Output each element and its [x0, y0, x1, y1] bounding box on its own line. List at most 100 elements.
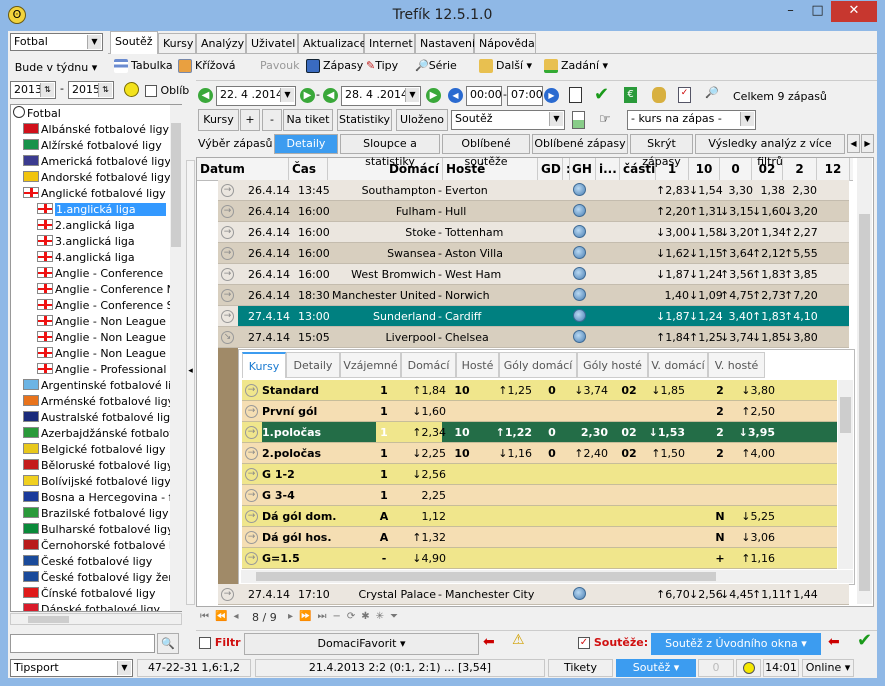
tree-item[interactable]: Anglické fotbalové ligy	[23, 186, 166, 202]
oblibene-checkbox[interactable]: Oblíb	[145, 84, 189, 97]
detail-tab-1[interactable]: Detaily	[286, 352, 340, 378]
apply-checkmark-icon[interactable]: ✔	[857, 630, 872, 651]
tree-item[interactable]: Anglie - Non League Premier	[37, 346, 181, 362]
calendar-page-icon[interactable]	[569, 87, 582, 103]
globe-icon[interactable]	[573, 587, 586, 600]
globe-icon[interactable]	[573, 288, 586, 301]
record-navigator[interactable]: ⏮⏪◂	[200, 611, 244, 622]
row-expand-icon[interactable]: →	[221, 205, 234, 218]
scroll-thumb[interactable]	[256, 572, 716, 581]
warning-bell-icon[interactable]: ⚠	[512, 632, 525, 648]
subtab-5[interactable]: Výsledky analýz z více filtrů	[695, 134, 845, 168]
row-expand-icon[interactable]: →	[221, 247, 234, 260]
table-row[interactable]: → 26.4.14 16:00 Stoke - Tottenham ↓3,00 ↓1,58 ↓3…	[218, 222, 849, 243]
tipy-button[interactable]: ✎Tipy	[366, 57, 398, 75]
plus-button[interactable]: +	[240, 109, 260, 131]
row-expand-icon[interactable]: →	[221, 268, 234, 281]
tree-item[interactable]: Argentinské fotbalové ligy	[23, 378, 181, 394]
souteze-dropdown[interactable]: Soutěž z Úvodního okna ▾	[651, 633, 821, 655]
spinner-icon[interactable]: ⇅	[40, 83, 54, 97]
status-soutez-dropdown[interactable]: Soutěž ▾	[616, 659, 696, 677]
tree-item[interactable]: České fotbalové ligy žen	[23, 570, 175, 586]
tree-vertical-scrollbar[interactable]	[170, 105, 182, 611]
tree-item[interactable]: Anglie - Professional Development	[37, 362, 181, 378]
bookmaker-select[interactable]: Tipsport ▼	[10, 659, 133, 677]
spinner-icon[interactable]: ⇅	[98, 83, 112, 97]
column-header[interactable]: GH	[569, 158, 596, 181]
detail-tab-5[interactable]: Góly domácí	[499, 352, 577, 378]
zapasy-button[interactable]: Zápasy	[306, 57, 363, 75]
row-expand-icon[interactable]: →	[245, 489, 258, 502]
menu-tab-3[interactable]: Uživatel	[246, 33, 298, 53]
menu-tab-4[interactable]: Aktualizace	[298, 33, 366, 53]
table-row[interactable]: → 27.4.14 17:10 Crystal Palace - Manchester C…	[218, 584, 849, 605]
tree-item[interactable]: Bulharské fotbalové ligy	[23, 522, 174, 538]
subtab-3[interactable]: Oblíbené zápasy	[532, 134, 628, 154]
tree-item[interactable]: Americká fotbalové ligy žen	[23, 154, 181, 170]
globe-icon[interactable]	[573, 246, 586, 259]
odds-row[interactable]: → Dá gól dom. A 1,12 N ↓5,25	[242, 506, 837, 527]
row-expand-icon[interactable]: →	[245, 426, 258, 439]
tree-item[interactable]: Anglie - Conference South	[37, 298, 181, 314]
subtab-0[interactable]: Detaily	[274, 134, 338, 154]
record-navigator-next[interactable]: ▸⏩⏭−⟳✱✳⏷	[288, 611, 404, 622]
next-date-from-icon[interactable]: ▶	[300, 88, 315, 103]
table-row[interactable]: → 26.4.14 16:00 Swansea - Aston Villa ↓1,62 ↓1,…	[218, 243, 849, 264]
menu-tab-7[interactable]: Nápověda	[474, 33, 536, 53]
filtr-checkbox[interactable]: Filtr	[199, 636, 241, 649]
row-expand-icon[interactable]: →	[245, 384, 258, 397]
detail-tab-2[interactable]: Vzájemné	[340, 352, 401, 378]
tree-item[interactable]: Bosna a Hercegovina - fotbal	[23, 490, 181, 506]
tree-item[interactable]: Fotbal	[13, 106, 61, 122]
online-dropdown[interactable]: Online ▾	[802, 659, 854, 677]
subtabs-right-arrow[interactable]: ▶	[861, 134, 874, 153]
detail-horizontal-scrollbar[interactable]	[241, 570, 853, 583]
grid-vertical-scrollbar[interactable]	[857, 158, 872, 604]
table-row[interactable]: → 26.4.14 18:30 Manchester United - Norwich 1,…	[218, 285, 849, 306]
detail-tab-3[interactable]: Domácí	[401, 352, 456, 378]
row-expand-icon[interactable]: →	[245, 468, 258, 481]
row-expand-icon[interactable]: →	[245, 447, 258, 460]
favorit-dropdown[interactable]: DomaciFavorit ▾	[244, 633, 479, 655]
euro-icon[interactable]: €	[624, 87, 637, 103]
tree-item[interactable]: 3.anglická liga	[37, 234, 135, 250]
sport-select[interactable]: Fotbal ▼	[10, 33, 103, 51]
dalsi-button[interactable]: Další ▾	[479, 57, 532, 75]
globe-icon[interactable]	[573, 183, 586, 196]
competition-select[interactable]: Soutěž ▼	[451, 110, 565, 130]
subtab-2[interactable]: Oblíbené soutěže	[442, 134, 530, 168]
globe-icon[interactable]	[573, 267, 586, 280]
odds-row[interactable]: → 2.poločas 1 ↓2,25 10 ↓1,16 0 ↑2,40 02 ↑1,50 2 ↑4,…	[242, 443, 837, 464]
odds-row[interactable]: → 1.poločas 1 ↑2,34 10 ↑1,22 0 2,30 02 ↓1,53 2 ↓3,9…	[242, 422, 837, 443]
table-row[interactable]: → 26.4.14 16:00 Fulham - Hull ↑2,20 ↑1,31 ↓3,15 ↓…	[218, 201, 849, 222]
odds-row[interactable]: → První gól 1 ↓1,60 2 ↑2,50	[242, 401, 837, 422]
minimize-button[interactable]: –	[777, 1, 804, 22]
column-header[interactable]: 10	[689, 158, 720, 181]
column-header[interactable]: Čas	[289, 158, 328, 181]
year-from-spinner[interactable]: 2013 ⇅	[10, 81, 56, 99]
row-expand-icon[interactable]: →	[245, 531, 258, 544]
time-to-input[interactable]: 07:00	[507, 86, 543, 106]
row-expand-icon[interactable]: →	[221, 226, 234, 239]
column-header[interactable]: GD	[538, 158, 563, 181]
table-row[interactable]: → 26.4.14 13:45 Southampton - Everton ↑2,83 ↓1,…	[218, 180, 849, 201]
menu-tab-6[interactable]: Nastavení	[415, 33, 475, 53]
detail-tab-7[interactable]: V. domácí	[648, 352, 708, 378]
tree-item[interactable]: Černohorské fotbalové ligy	[23, 538, 181, 554]
kursy-button[interactable]: Kursy	[198, 109, 239, 131]
period-button[interactable]: Bude v týdnu ▾	[10, 58, 102, 78]
tree-item[interactable]: 1.anglická liga	[37, 202, 166, 218]
table-row[interactable]: → 27.4.14 13:00 Sunderland - Cardiff ↓1,87 ↓1,2…	[218, 306, 849, 327]
red-arrow-icon[interactable]: ⬅	[483, 634, 495, 650]
column-header[interactable]: 2	[783, 158, 817, 181]
globe-icon[interactable]	[573, 225, 586, 238]
detail-vertical-scrollbar[interactable]	[838, 380, 853, 569]
detail-tab-8[interactable]: V. hosté	[708, 352, 765, 378]
column-header[interactable]: Datum	[197, 158, 289, 181]
tree-item[interactable]: Běloruské fotbalové ligy	[23, 458, 173, 474]
tree-item[interactable]: Australské fotbalové ligy	[23, 410, 177, 426]
pointing-hand-icon[interactable]: ☞	[599, 112, 611, 127]
subtabs-left-arrow[interactable]: ◀	[847, 134, 860, 153]
tree-item[interactable]: Anglie - Non League Premier	[37, 330, 181, 346]
tree-item[interactable]: Bolívijské fotbalové ligy	[23, 474, 171, 490]
